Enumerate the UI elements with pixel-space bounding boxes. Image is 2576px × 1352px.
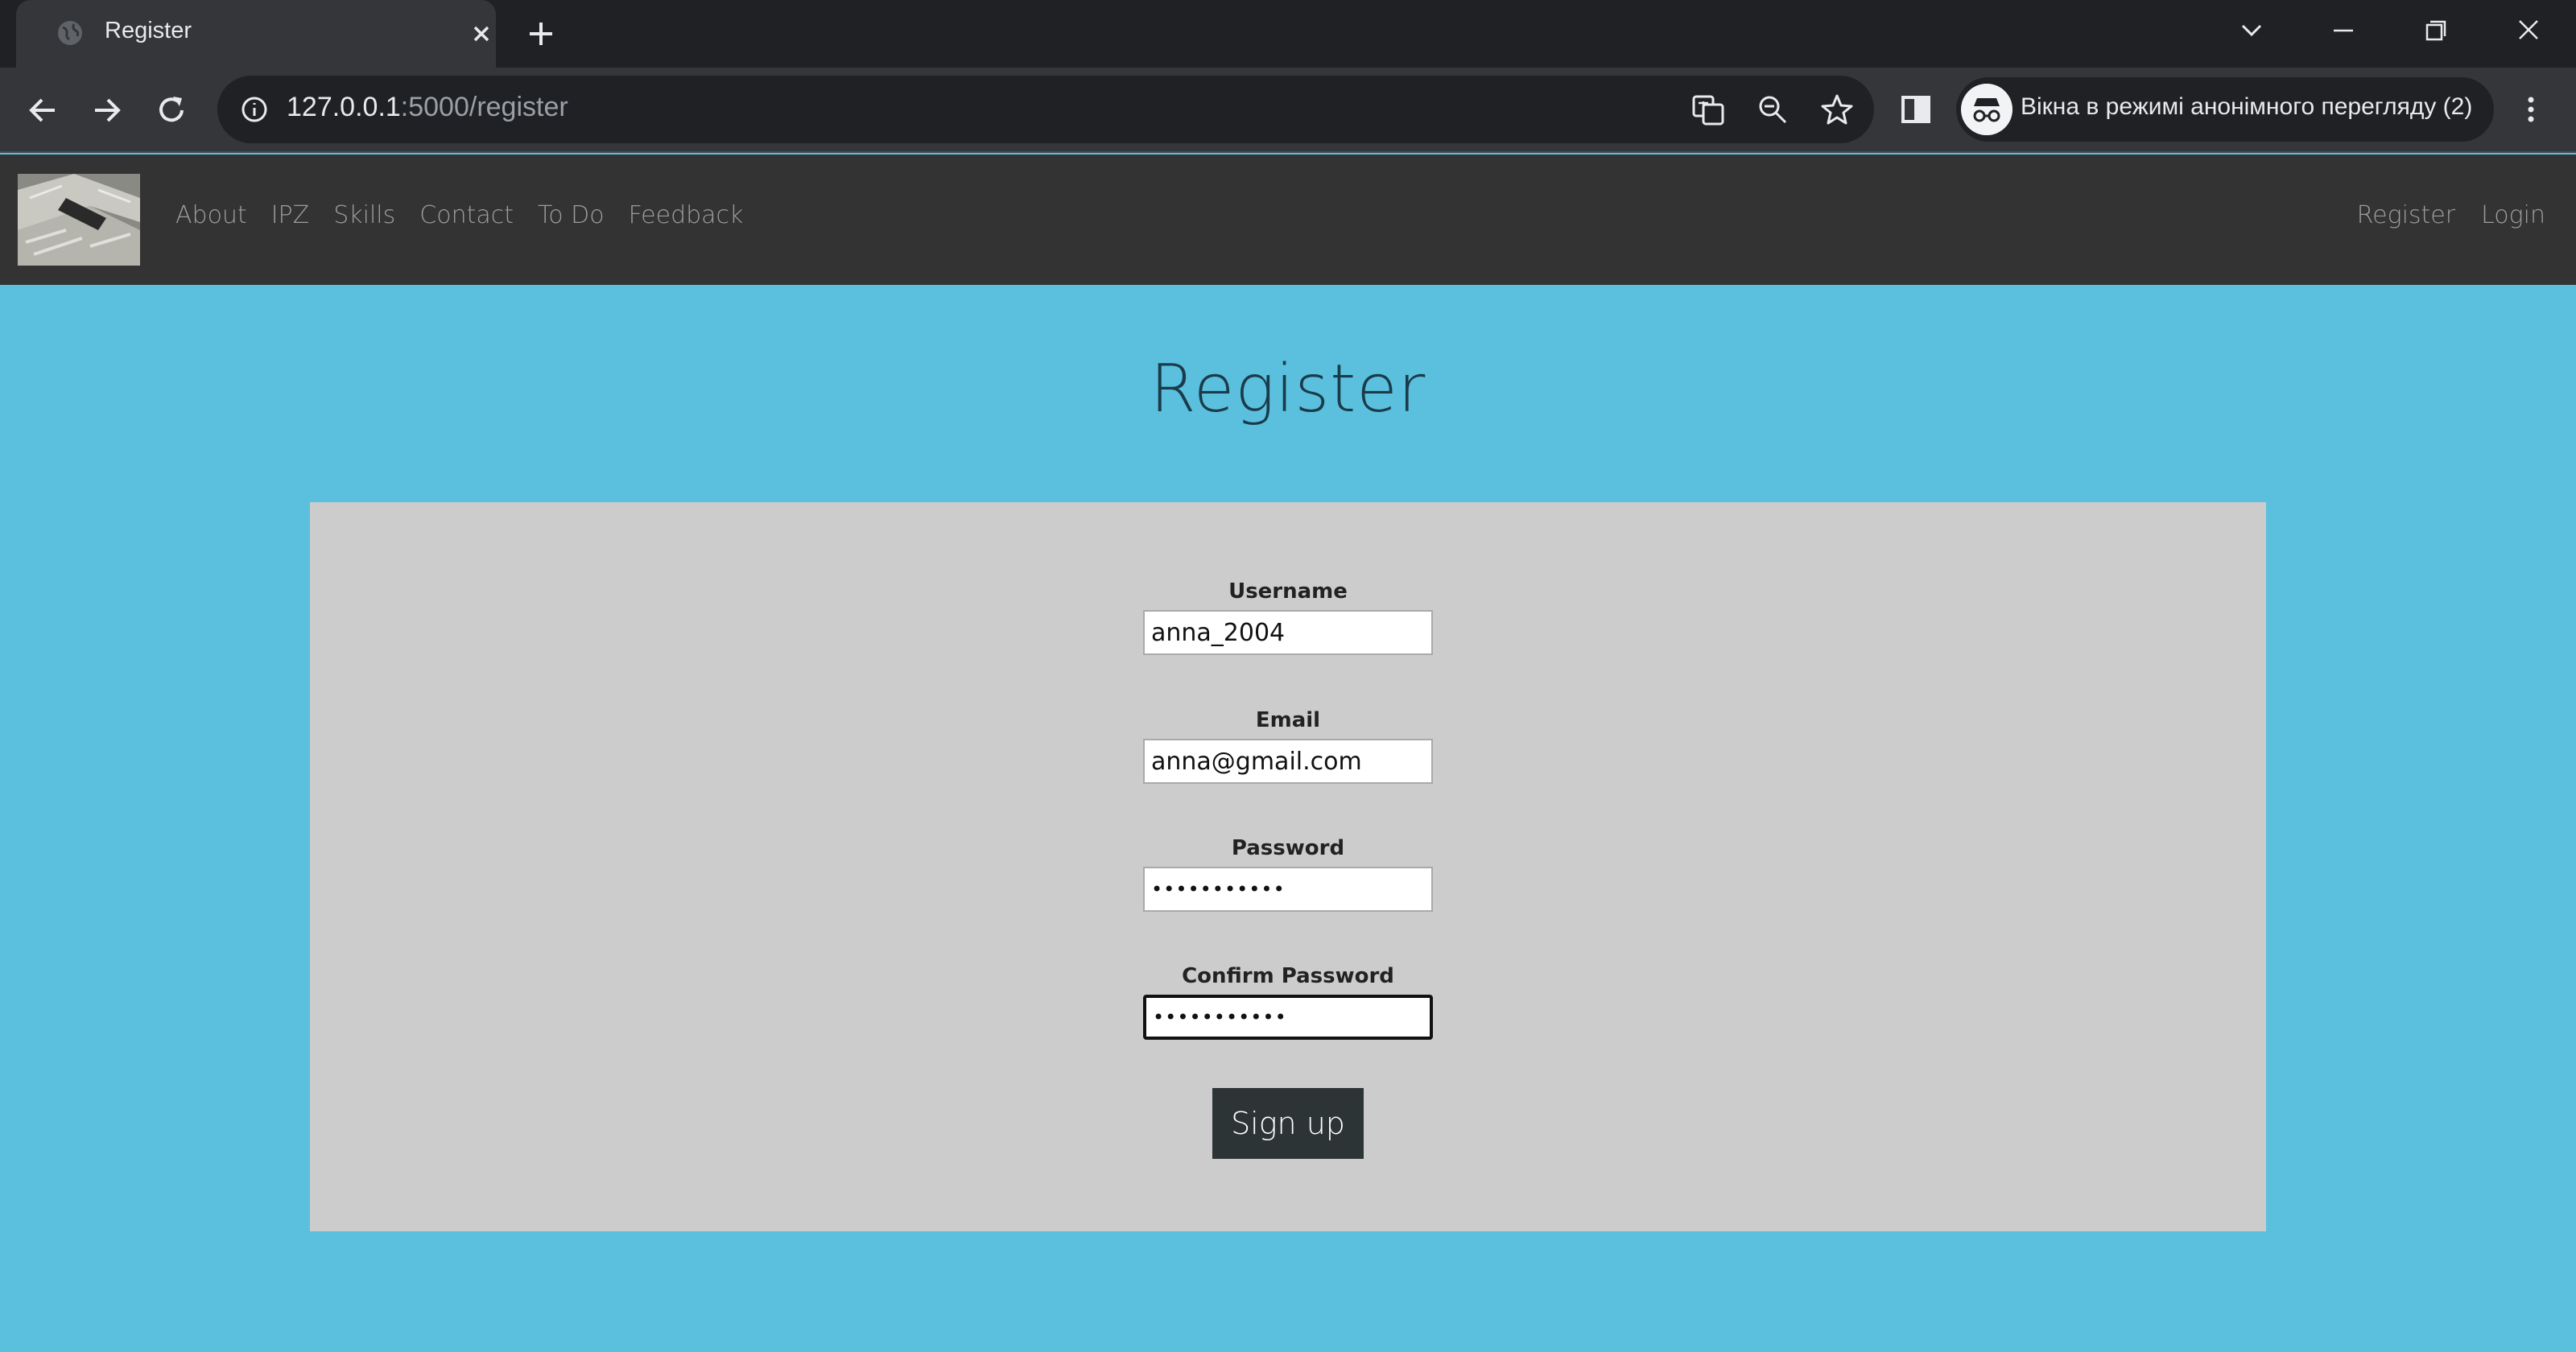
url-text[interactable]: 127.0.0.1:5000/register xyxy=(287,92,568,123)
site-info-icon[interactable] xyxy=(238,93,270,126)
reload-icon[interactable] xyxy=(151,90,192,130)
nav-link-login[interactable]: Login xyxy=(2481,201,2545,229)
email-group: Email xyxy=(1143,708,1433,784)
nav-link-skills[interactable]: Skills xyxy=(333,201,395,229)
nav-link-todo[interactable]: To Do xyxy=(538,201,605,229)
zoom-out-icon[interactable] xyxy=(1755,92,1790,127)
close-window-icon[interactable] xyxy=(2508,13,2549,48)
register-form: Username Email Password Confirm Password… xyxy=(310,502,2266,1231)
site-navbar: About IPZ Skills Contact To Do Feedback … xyxy=(0,155,2576,285)
sign-up-button[interactable]: Sign up xyxy=(1212,1088,1364,1159)
nav-link-ipz[interactable]: IPZ xyxy=(271,201,310,229)
side-panel-icon[interactable] xyxy=(1898,92,1934,127)
password-input[interactable] xyxy=(1143,867,1433,912)
minimize-icon[interactable] xyxy=(2323,13,2363,48)
nav-link-feedback[interactable]: Feedback xyxy=(629,201,744,229)
new-tab-icon[interactable] xyxy=(523,16,559,52)
confirm-password-input[interactable] xyxy=(1143,995,1433,1040)
logo-image xyxy=(18,174,140,266)
nav-link-register[interactable]: Register xyxy=(2357,201,2455,229)
browser-tab[interactable]: Register xyxy=(16,0,496,69)
forward-icon[interactable] xyxy=(87,90,127,130)
incognito-indicator[interactable]: Вікна в режимі анонімного перегляду (2) xyxy=(1956,77,2494,142)
nav-links: About IPZ Skills Contact To Do Feedback xyxy=(175,201,743,229)
close-tab-icon[interactable] xyxy=(464,16,499,52)
url-path: :5000/register xyxy=(400,92,568,122)
password-label: Password xyxy=(1231,836,1345,860)
email-input[interactable] xyxy=(1143,739,1433,784)
email-label: Email xyxy=(1255,708,1321,732)
confirm-password-group: Confirm Password xyxy=(1143,964,1433,1040)
username-group: Username xyxy=(1143,579,1433,655)
site-logo[interactable] xyxy=(18,174,140,266)
incognito-label: Вікна в режимі анонімного перегляду (2) xyxy=(2021,93,2473,120)
username-input[interactable] xyxy=(1143,610,1433,655)
incognito-icon xyxy=(1961,84,2013,135)
nav-link-contact[interactable]: Contact xyxy=(419,201,514,229)
restore-icon[interactable] xyxy=(2415,13,2455,48)
translate-icon[interactable] xyxy=(1690,92,1726,127)
tab-search-icon[interactable] xyxy=(2231,13,2272,48)
confirm-password-label: Confirm Password xyxy=(1182,964,1394,988)
url-host: 127.0.0.1 xyxy=(287,92,401,122)
address-bar[interactable]: 127.0.0.1:5000/register xyxy=(217,76,1874,143)
nav-auth-links: Register Login xyxy=(2357,201,2545,229)
bookmark-star-icon[interactable] xyxy=(1819,92,1855,127)
username-label: Username xyxy=(1228,579,1348,604)
tab-strip: Register xyxy=(0,0,2576,69)
nav-link-about[interactable]: About xyxy=(175,201,247,229)
globe-icon xyxy=(58,21,82,45)
back-icon[interactable] xyxy=(23,90,63,130)
tab-title: Register xyxy=(105,18,192,43)
password-group: Password xyxy=(1143,836,1433,912)
page-title: Register xyxy=(1150,351,1426,427)
browser-toolbar: 127.0.0.1:5000/register Вікна в режимі а… xyxy=(0,68,2576,153)
more-menu-icon[interactable] xyxy=(2513,92,2549,127)
